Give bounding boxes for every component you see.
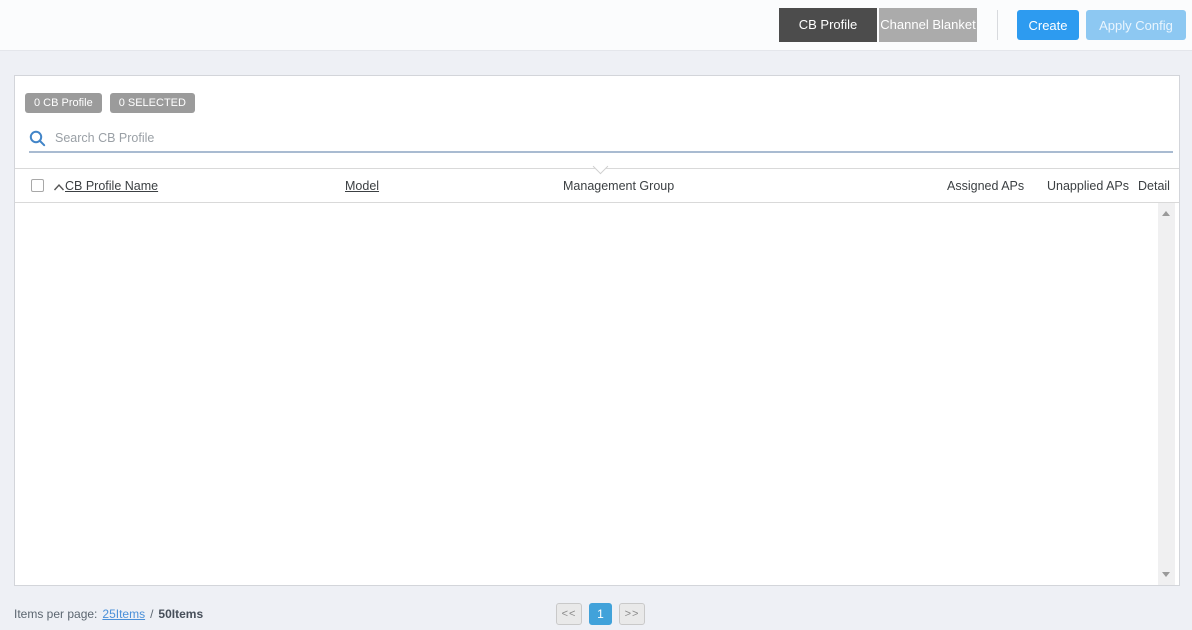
column-header-unapplied-aps: Unapplied APs xyxy=(1047,169,1129,202)
topbar: CB Profile Channel Blanket Create Apply … xyxy=(0,0,1192,51)
scroll-down-icon[interactable] xyxy=(1162,572,1170,577)
view-tab-group: CB Profile Channel Blanket xyxy=(779,8,977,42)
cb-profile-panel: 0 CB Profile 0 SELECTED CB Profile Name … xyxy=(14,75,1180,586)
pagination-first-button[interactable]: << xyxy=(556,603,582,625)
page-size-25-link[interactable]: 25Items xyxy=(102,607,145,621)
apply-config-button[interactable]: Apply Config xyxy=(1086,10,1186,40)
pagination-current-page[interactable]: 1 xyxy=(589,603,612,625)
selected-count-badge: 0 SELECTED xyxy=(110,93,195,113)
topbar-divider xyxy=(997,10,998,40)
count-badges: 0 CB Profile 0 SELECTED xyxy=(25,93,195,113)
pagination: << 1 >> xyxy=(556,603,645,625)
sort-ascending-icon[interactable] xyxy=(53,181,65,190)
page-size-50-option[interactable]: 50Items xyxy=(158,607,203,621)
items-per-page-label: Items per page: xyxy=(14,607,97,621)
search-icon xyxy=(29,130,46,147)
column-header-model[interactable]: Model xyxy=(345,169,379,202)
page-size-separator: / xyxy=(150,607,153,621)
table-header: CB Profile Name Model Management Group A… xyxy=(15,168,1179,203)
tab-cb-profile[interactable]: CB Profile xyxy=(779,8,877,42)
items-per-page-control: Items per page: 25Items / 50Items xyxy=(14,607,203,621)
create-button[interactable]: Create xyxy=(1017,10,1079,40)
pagination-last-button[interactable]: >> xyxy=(619,603,645,625)
scroll-up-icon[interactable] xyxy=(1162,211,1170,216)
table-body-empty xyxy=(15,203,1179,585)
profile-count-badge: 0 CB Profile xyxy=(25,93,102,113)
search-bar xyxy=(29,125,1173,153)
search-input[interactable] xyxy=(55,131,1173,145)
select-all-checkbox[interactable] xyxy=(31,179,44,192)
column-header-assigned-aps: Assigned APs xyxy=(947,169,1024,202)
column-header-cb-profile-name[interactable]: CB Profile Name xyxy=(65,169,158,202)
column-header-management-group: Management Group xyxy=(563,169,674,202)
column-header-detail: Detail xyxy=(1138,169,1170,202)
tab-channel-blanket[interactable]: Channel Blanket xyxy=(879,8,977,42)
vertical-scrollbar[interactable] xyxy=(1158,203,1175,585)
